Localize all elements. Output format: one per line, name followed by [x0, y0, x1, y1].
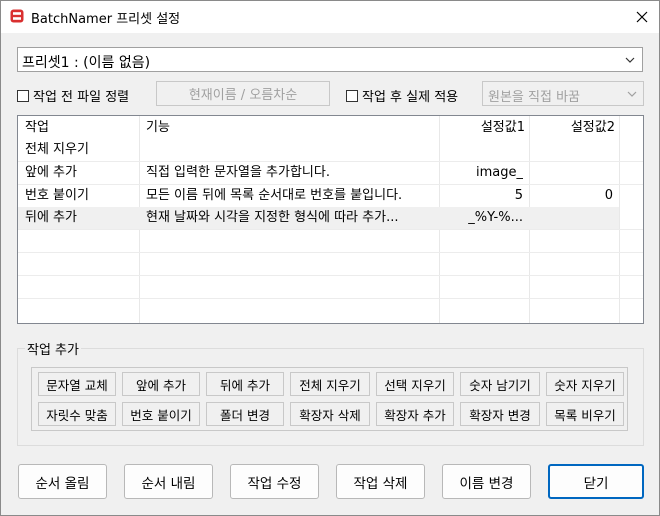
sort-before-checkbox[interactable]: 작업 전 파일 정렬	[17, 86, 129, 105]
row-desc: 모든 이름 뒤에 목록 순서대로 번호를 붙입니다.	[146, 188, 403, 203]
append-button[interactable]: 뒤에 추가	[206, 372, 284, 396]
row-value1: 5	[514, 188, 523, 203]
row-action: 뒤에 추가	[25, 210, 77, 225]
row-action: 번호 붙이기	[25, 188, 89, 203]
row-value2	[529, 139, 613, 161]
row-value1: _%Y-%...	[468, 210, 523, 225]
edit-task-button[interactable]: 작업 수정	[230, 464, 319, 499]
column-header-action[interactable]: 작업	[25, 117, 49, 139]
close-icon	[636, 11, 648, 23]
chevron-down-icon	[627, 91, 637, 97]
column-header-function[interactable]: 기능	[146, 117, 170, 139]
table-row[interactable]: 앞에 추가 직접 입력한 문자열을 추가합니다. image_	[18, 162, 643, 184]
table-row-selected[interactable]: 뒤에 추가 현재 날짜와 시각을 지정한 형식에 따라 추가... _%Y-%.…	[18, 207, 619, 229]
move-up-button[interactable]: 순서 올림	[18, 464, 107, 499]
preset-settings-window: BatchNamer 프리셋 설정 프리셋1 : (이름 없음) 작업 전 파일…	[0, 0, 660, 516]
task-list[interactable]: 작업 기능 설정값1 설정값2 전체 지우기 앞에 추가 직접 입력한 문자열을…	[17, 115, 644, 324]
add-task-group-label: 작업 추가	[25, 339, 81, 358]
column-header-value1[interactable]: 설정값1	[439, 117, 525, 139]
row-value2	[529, 207, 613, 229]
row-action: 앞에 추가	[25, 165, 77, 180]
row-value2	[529, 162, 613, 184]
table-row[interactable]: 번호 붙이기 모든 이름 뒤에 목록 순서대로 번호를 붙입니다. 5 0	[18, 185, 643, 207]
pad-digits-button[interactable]: 자릿수 맞춤	[38, 402, 116, 426]
move-down-button[interactable]: 순서 내림	[124, 464, 213, 499]
close-window-button[interactable]	[625, 1, 659, 33]
sort-before-label: 작업 전 파일 정렬	[33, 90, 130, 105]
list-header: 작업 기능 설정값1 설정값2	[18, 117, 643, 139]
apply-after-label: 작업 후 실제 적용	[362, 90, 459, 105]
window-title: BatchNamer 프리셋 설정	[31, 12, 181, 27]
row-desc: 현재 날짜와 시각을 지정한 형식에 따라 추가...	[146, 210, 399, 225]
checkbox-box[interactable]	[346, 89, 358, 102]
close-button[interactable]: 닫기	[548, 464, 644, 499]
row-value1	[439, 139, 523, 161]
row-action: 전체 지우기	[25, 142, 89, 157]
remove-numbers-button[interactable]: 숫자 지우기	[546, 372, 624, 396]
row-value2: 0	[604, 188, 613, 203]
preset-dropdown[interactable]: 프리셋1 : (이름 없음)	[17, 47, 643, 72]
add-task-panel: 문자열 교체 앞에 추가 뒤에 추가 전체 지우기 선택 지우기 숫자 남기기 …	[31, 367, 628, 431]
change-extension-button[interactable]: 확장자 변경	[460, 402, 540, 426]
apply-mode-dropdown[interactable]: 원본을 직접 바꿈	[482, 81, 644, 106]
apply-mode-value: 원본을 직접 바꿈	[488, 90, 580, 105]
clear-all-button[interactable]: 전체 지우기	[290, 372, 370, 396]
chevron-down-icon	[625, 57, 635, 63]
row-value1: image_	[476, 165, 523, 180]
row-desc: 직접 입력한 문자열을 추가합니다.	[146, 165, 330, 180]
checkbox-box[interactable]	[17, 89, 29, 102]
prepend-button[interactable]: 앞에 추가	[122, 372, 200, 396]
clear-selection-button[interactable]: 선택 지우기	[376, 372, 454, 396]
title-bar[interactable]: BatchNamer 프리셋 설정	[1, 1, 659, 33]
rename-button[interactable]: 이름 변경	[442, 464, 531, 499]
clear-list-button[interactable]: 목록 비우기	[546, 402, 624, 426]
replace-string-button[interactable]: 문자열 교체	[38, 372, 116, 396]
sort-order-button[interactable]: 현재이름 / 오름차순	[156, 81, 330, 106]
delete-task-button[interactable]: 작업 삭제	[336, 464, 425, 499]
table-row[interactable]: 전체 지우기	[18, 139, 643, 161]
column-header-value2[interactable]: 설정값2	[529, 117, 615, 139]
remove-extension-button[interactable]: 확장자 삭제	[290, 402, 370, 426]
preset-selected-value: 프리셋1 : (이름 없음)	[22, 55, 151, 71]
apply-after-checkbox[interactable]: 작업 후 실제 적용	[346, 86, 458, 105]
keep-numbers-button[interactable]: 숫자 남기기	[460, 372, 540, 396]
add-extension-button[interactable]: 확장자 추가	[376, 402, 454, 426]
batchnamer-app-icon	[10, 9, 24, 23]
change-folder-button[interactable]: 폴더 변경	[206, 402, 284, 426]
add-number-button[interactable]: 번호 붙이기	[122, 402, 200, 426]
